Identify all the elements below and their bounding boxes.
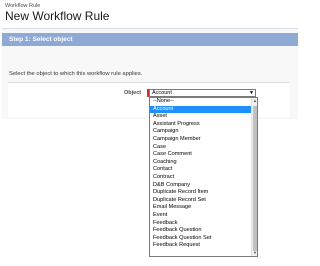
dropdown-option[interactable]: Campaign Member <box>150 136 257 144</box>
page-title: New Workflow Rule <box>5 9 110 23</box>
object-select-value[interactable]: Account <box>152 90 172 96</box>
dropdown-option[interactable]: Email Message <box>150 204 257 212</box>
dropdown-option[interactable]: Feedback <box>150 220 257 228</box>
dropdown-option[interactable]: Contact <box>150 166 257 174</box>
dropdown-option[interactable]: Duplicate Record Set <box>150 197 257 205</box>
dropdown-option[interactable]: Account <box>150 105 257 114</box>
dropdown-option[interactable]: D&B Company <box>150 182 257 190</box>
instruction-text: Select the object to which this workflow… <box>9 71 143 77</box>
chevron-down-icon[interactable]: ▼ <box>249 89 254 97</box>
dropdown-option[interactable]: Event <box>150 212 257 220</box>
scroll-thumb[interactable] <box>253 106 257 251</box>
dropdown-option[interactable]: Feedback Question Set <box>150 235 257 243</box>
dropdown-option[interactable]: Duplicate Record Item <box>150 189 257 197</box>
scroll-down-arrow-icon[interactable]: ▼ <box>252 250 257 256</box>
dropdown-option[interactable]: --None-- <box>150 98 257 106</box>
dropdown-option[interactable]: Feedback Request <box>150 242 257 250</box>
dropdown-option[interactable]: Campaign <box>150 128 257 136</box>
scroll-up-arrow-icon[interactable]: ▲ <box>252 98 257 104</box>
dropdown-option[interactable]: Contract <box>150 174 257 182</box>
dropdown-option[interactable]: Asset <box>150 113 257 121</box>
dropdown-option[interactable]: Coaching <box>150 159 257 167</box>
object-dropdown-list[interactable]: --None-- Account Asset Assistant Progress Ca… <box>149 97 258 257</box>
dropdown-scrollbar[interactable]: ▲ ▼ <box>251 98 257 256</box>
workflow-rule-page: Workflow Rule New Workflow Rule Step 1: … <box>0 0 300 266</box>
object-label: Object <box>124 90 142 96</box>
step-title: Step 1: Select object <box>9 36 73 43</box>
dropdown-option[interactable]: Case Comment <box>150 151 257 159</box>
dropdown-option[interactable]: Assistant Progress <box>150 121 257 129</box>
dropdown-option[interactable]: Case <box>150 144 257 152</box>
dropdown-option[interactable]: Feedback Question <box>150 227 257 235</box>
